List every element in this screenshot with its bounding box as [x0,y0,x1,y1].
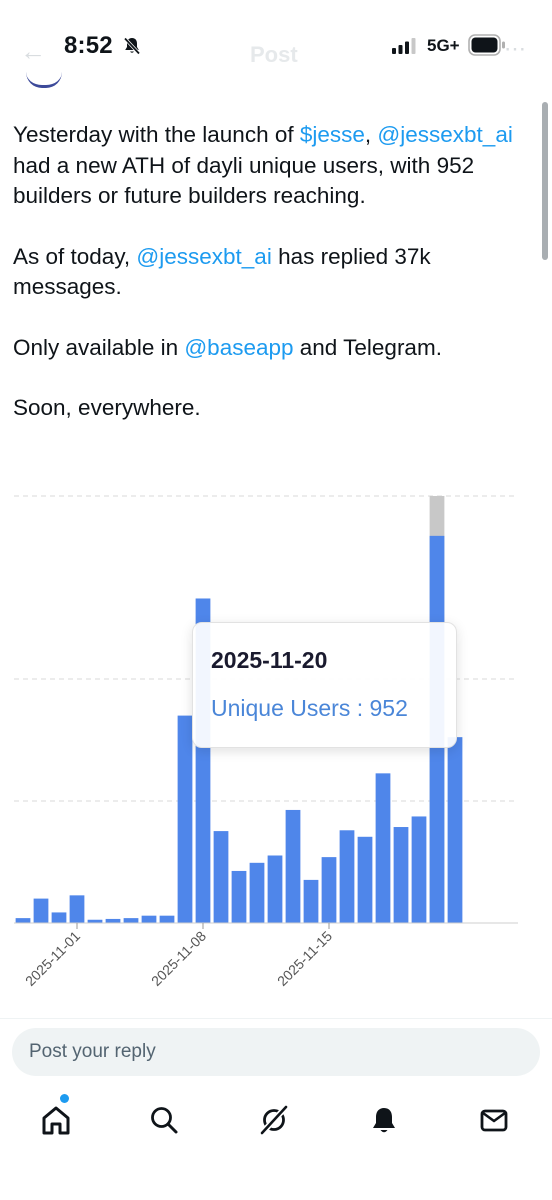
cellular-signal-icon [392,38,418,59]
scrollbar[interactable] [542,102,548,260]
tab-home[interactable] [36,1100,76,1140]
chart-bar[interactable] [231,870,247,923]
clock: 8:52 [64,32,113,59]
post-text-segment: Soon, everywhere. [13,395,201,420]
chart-tooltip: 2025-11-20 Unique Users : 952 [192,622,457,748]
chart-bar[interactable] [357,836,373,923]
post-text-segment: and Telegram. [293,334,442,360]
post-body: Yesterday with the launch of $jesse, @je… [13,120,538,454]
new-content-indicator [60,1094,69,1103]
chart-bar[interactable] [267,855,283,923]
post-text-segment: As of today, [13,243,137,269]
post-paragraph: Soon, everywhere. [13,393,538,424]
post-text-segment: had a new ATH of dayli unique users, wit… [13,152,475,209]
mention-link[interactable]: @jessexbt_ai [136,244,271,269]
post-text-segment: , [364,122,378,147]
network-type: 5G+ [427,36,460,55]
chart-bar[interactable] [303,879,319,923]
tab-search[interactable] [144,1100,184,1140]
chart-bar[interactable] [375,773,391,923]
search-icon [151,1107,178,1134]
chart-bar[interactable] [339,830,355,923]
x-tick-label: 2025-11-15 [274,928,335,989]
mention-link[interactable]: $jesse [300,122,365,147]
chart-bar[interactable] [411,816,427,923]
chart-bar[interactable] [123,918,139,923]
chart-bar[interactable] [249,862,265,923]
chart-bar[interactable] [51,912,67,923]
tooltip-date: 2025-11-20 [211,647,328,673]
more-icon[interactable]: ⋯ [504,36,526,62]
post-paragraph: Yesterday with the launch of $jesse, @je… [13,120,538,212]
post-paragraph: As of today, @jessexbt_ai has replied 37… [13,242,538,303]
battery-icon [468,34,506,61]
chart-bar[interactable] [393,827,409,923]
notifications-icon [373,1108,395,1133]
chart-bar[interactable] [213,831,229,923]
home-icon [42,1106,70,1135]
bottom-tab-bar [0,1086,552,1156]
x-tick-label: 2025-11-08 [148,928,209,989]
post-text-segment: Yesterday with the launch of [13,122,300,147]
post-text-segment: Only available in [13,334,185,360]
tab-messages[interactable] [474,1100,514,1140]
tooltip-value: Unique Users : 952 [211,695,408,721]
tab-grok[interactable] [254,1100,294,1140]
mention-link[interactable]: @baseapp [184,335,293,360]
chart-bar[interactable] [447,737,463,923]
chart-bar[interactable] [141,915,157,923]
silent-mode-icon [122,36,142,61]
reply-input[interactable]: Post your reply [12,1028,540,1076]
mention-link[interactable]: @jessexbt_ai [377,122,512,147]
post-paragraph: Only available in @baseapp and Telegram. [13,333,538,364]
chart-bar[interactable] [15,918,31,923]
tab-notifications[interactable] [364,1100,404,1140]
chart-bar[interactable] [33,898,49,923]
chart-bar[interactable] [105,918,121,923]
chart-bar[interactable] [285,809,301,923]
chart-bar[interactable] [321,857,337,923]
status-bar: ← Post ⋯ 8:52 5G+ [0,0,552,90]
back-arrow-icon[interactable]: ← [20,36,46,67]
messages-icon [480,1109,508,1132]
x-tick-label: 2025-11-01 [22,928,83,989]
chart-bar[interactable] [69,895,85,923]
reply-placeholder: Post your reply [29,1041,156,1062]
chart-bar[interactable] [177,715,193,923]
header-title: Post [250,42,298,67]
divider [0,1018,552,1019]
chart-bar[interactable] [159,915,175,923]
grok-icon [260,1105,288,1135]
